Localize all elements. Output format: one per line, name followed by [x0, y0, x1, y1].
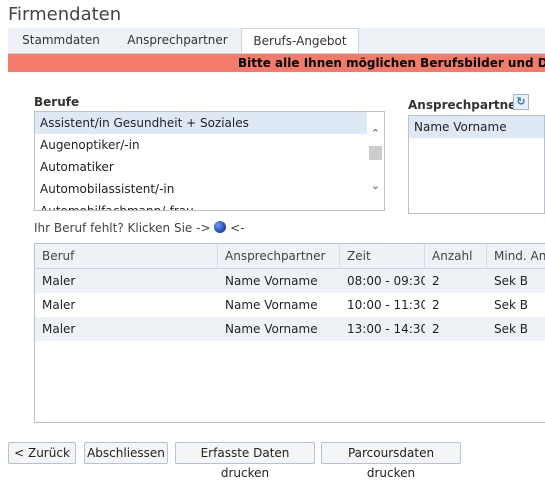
column-header-mind-anf[interactable]: Mind. Anf — [487, 244, 545, 268]
cell-ansprechpartner: Name Vorname — [225, 298, 318, 312]
cell-beruf: Maler — [42, 274, 76, 288]
tab-berufs-angebot[interactable]: Berufs-Angebot — [241, 28, 359, 53]
ansprechpartner-listbox[interactable]: Name Vorname — [408, 115, 545, 214]
table-row[interactable]: Maler Name Vorname 08:00 - 09:30 2 Sek B — [35, 269, 545, 293]
scroll-down-icon[interactable]: ⌄ — [367, 178, 384, 194]
column-header-beruf[interactable]: Beruf — [35, 244, 218, 268]
print-parcours-data-button[interactable]: Parcoursdaten drucken — [321, 442, 461, 480]
berufe-label: Berufe — [34, 95, 80, 109]
back-button[interactable]: < Zurück — [8, 442, 76, 464]
cell-mind-anf: Sek B — [494, 274, 528, 288]
column-header-zeit[interactable]: Zeit — [340, 244, 425, 268]
cell-anzahl: 2 — [432, 322, 440, 336]
hint-text-before: Ihr Beruf fehlt? Klicken Sie -> — [34, 221, 211, 235]
info-banner: Bitte alle Ihnen möglichen Berufsbilder … — [8, 54, 545, 72]
refresh-icon[interactable]: ↻ — [513, 94, 529, 110]
cell-zeit: 10:00 - 11:30 — [347, 298, 425, 312]
cell-beruf: Maler — [42, 322, 76, 336]
ansprechpartner-list-item[interactable]: Name Vorname — [409, 116, 544, 138]
scroll-thumb[interactable] — [369, 146, 382, 160]
table-row[interactable]: Maler Name Vorname 13:00 - 14:30 2 Sek B — [35, 317, 545, 341]
berufe-listbox[interactable]: Assistent/in Gesundheit + Soziales Augen… — [34, 111, 385, 211]
berufe-list-item[interactable]: Automobilassistent/-in — [35, 178, 384, 200]
column-header-ansprechpartner[interactable]: Ansprechpartner — [218, 244, 340, 268]
cell-mind-anf: Sek B — [494, 322, 528, 336]
tab-ansprechpartner[interactable]: Ansprechpartner — [114, 28, 241, 53]
berufe-list-item[interactable]: Augenoptiker/-in — [35, 134, 384, 156]
cell-anzahl: 2 — [432, 274, 440, 288]
cell-zeit: 08:00 - 09:30 — [347, 274, 425, 288]
cell-ansprechpartner: Name Vorname — [225, 322, 318, 336]
termine-table: Beruf Ansprechpartner Zeit Anzahl Mind. … — [34, 243, 545, 423]
ansprechpartner-label: Ansprechpartner — [408, 98, 523, 112]
hint-text-after: <- — [230, 221, 245, 235]
page-title: Firmendaten — [8, 4, 122, 25]
tab-stammdaten[interactable]: Stammdaten — [8, 28, 114, 53]
berufe-scrollbar[interactable]: ⌃ ⌄ — [367, 112, 384, 210]
table-header-row: Beruf Ansprechpartner Zeit Anzahl Mind. … — [35, 244, 545, 269]
cell-mind-anf: Sek B — [494, 298, 528, 312]
print-captured-data-button[interactable]: Erfasste Daten drucken — [175, 442, 315, 480]
scroll-up-icon[interactable]: ⌃ — [367, 126, 384, 142]
tab-bar: Stammdaten Ansprechpartner Berufs-Angebo… — [8, 28, 545, 54]
cell-beruf: Maler — [42, 298, 76, 312]
add-beruf-dot-icon[interactable] — [214, 221, 227, 233]
berufe-list-item[interactable]: Automatiker — [35, 156, 384, 178]
cell-ansprechpartner: Name Vorname — [225, 274, 318, 288]
berufe-list-item[interactable]: Automobilfachmann/-frau — [35, 200, 384, 210]
berufe-list-item[interactable]: Assistent/in Gesundheit + Soziales — [35, 112, 384, 134]
finish-button[interactable]: Abschliessen — [84, 442, 168, 464]
table-row[interactable]: Maler Name Vorname 10:00 - 11:30 2 Sek B — [35, 293, 545, 317]
cell-anzahl: 2 — [432, 298, 440, 312]
cell-zeit: 13:00 - 14:30 — [347, 322, 425, 336]
banner-text: Bitte alle Ihnen möglichen Berufsbilder … — [238, 56, 545, 70]
missing-beruf-hint: Ihr Beruf fehlt? Klicken Sie -> <- — [34, 221, 245, 235]
column-header-anzahl[interactable]: Anzahl — [425, 244, 487, 268]
